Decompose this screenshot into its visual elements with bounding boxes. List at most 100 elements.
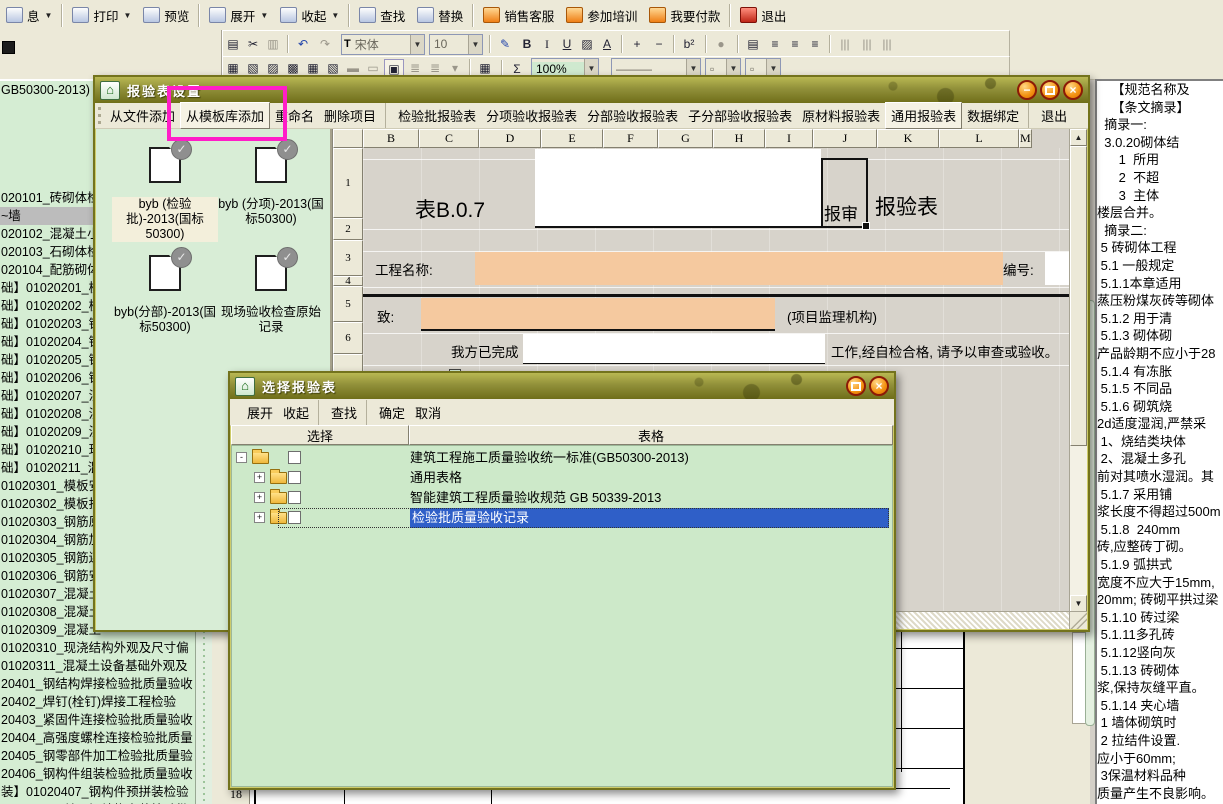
form-code-cell[interactable]: 表B.0.7 xyxy=(415,194,485,224)
sidebar-item[interactable]: 20403_紧固件连接检验批质量验收 xyxy=(0,711,195,729)
menu-item[interactable]: 分项验收报验表 xyxy=(481,103,582,128)
panel-icon[interactable] xyxy=(2,41,15,54)
font-color-icon[interactable]: A xyxy=(598,35,616,53)
grow-font-icon[interactable]: + xyxy=(621,35,648,53)
scroll-down-icon[interactable]: ▼ xyxy=(1070,595,1087,612)
menu-item[interactable]: 删除项目 xyxy=(319,103,386,128)
tree-row-label[interactable]: 通用表格 xyxy=(410,468,462,488)
toolbar-button[interactable]: 展开 ▼ xyxy=(198,4,274,27)
align-justify-icon[interactable]: ▤ xyxy=(737,35,764,53)
toolbar-command[interactable]: 展开 xyxy=(242,400,278,425)
expand-toggle-icon[interactable]: - xyxy=(236,452,247,463)
column-header[interactable]: K xyxy=(877,129,939,148)
close-button[interactable]: × xyxy=(869,376,889,396)
sidebar-item[interactable]: 20404_高强度螺栓连接检验批质量 xyxy=(0,729,195,747)
toolbar-button[interactable]: 销售客服 ▼ xyxy=(472,4,560,27)
template-item[interactable]: ✓ byb (检验批)-2013(国标50300) xyxy=(112,147,218,242)
expand-toggle-icon[interactable]: + xyxy=(254,492,265,503)
fill-bucket-icon[interactable]: ▾ xyxy=(446,59,464,77)
toolbar-button[interactable]: 息 ▼ xyxy=(0,4,58,27)
menu-item[interactable]: 原材料报验表 xyxy=(797,103,885,128)
menu-item[interactable]: 从模板库添加 xyxy=(180,102,270,129)
menu-item[interactable]: 检验批报验表 xyxy=(393,103,481,128)
tree-row-label[interactable]: 检验批质量验收记录 xyxy=(410,508,889,528)
toolbar-button[interactable]: 退出 ▼ xyxy=(729,4,792,27)
insert-col-icon[interactable]: ▧ xyxy=(244,59,262,77)
toolbar-command[interactable]: 确定 xyxy=(374,400,410,425)
dropdown-arrow-icon[interactable]: ▼ xyxy=(260,11,268,20)
menu-item[interactable]: 退出 xyxy=(1036,103,1072,128)
font-size-select[interactable]: 10 ▼ xyxy=(429,34,483,55)
vertical-scrollbar[interactable]: ▲ ▼ xyxy=(1069,129,1087,612)
toolbar-button[interactable]: 查找 ▼ xyxy=(348,4,411,27)
work-note-label[interactable]: 工作,经自检合格, 请予以审查或验收。 xyxy=(831,341,1058,361)
project-name-label[interactable]: 工程名称: xyxy=(375,259,433,279)
column-header[interactable]: J xyxy=(813,129,877,148)
sidebar-item[interactable]: 20406_钢构件组装检验批质量验收 xyxy=(0,765,195,783)
special-number-icon[interactable]: ● xyxy=(705,35,732,53)
template-item[interactable]: ✓ byb(分部)-2013(国标50300) xyxy=(112,255,218,335)
align-center-icon[interactable]: ≡ xyxy=(786,35,804,53)
dropdown-arrow-icon[interactable]: ▼ xyxy=(45,11,53,20)
toolbar-button[interactable]: 替换 ▼ xyxy=(411,4,469,27)
chevron-down-icon[interactable]: ▼ xyxy=(410,35,424,54)
grid-icon[interactable]: ▦ xyxy=(469,59,496,77)
column-header[interactable]: C xyxy=(419,129,479,148)
vertical-text3-icon[interactable]: ||| xyxy=(878,35,896,53)
maximize-button[interactable] xyxy=(1040,80,1060,100)
menu-item[interactable]: 子分部验收报验表 xyxy=(683,103,797,128)
row-height-icon[interactable]: ≣ xyxy=(406,59,424,77)
menu-item[interactable]: 从文件添加 xyxy=(105,103,180,128)
dialog-title-bar[interactable]: ⌂ 选择报验表 × xyxy=(230,373,894,399)
sidebar-item[interactable]: 01020310_现浇结构外观及尺寸偏 xyxy=(0,639,195,657)
dropdown-arrow-icon[interactable]: ▼ xyxy=(331,11,339,20)
completed-label[interactable]: 我方已完成 xyxy=(451,341,519,361)
split-cell-icon[interactable]: ▩ xyxy=(284,59,302,77)
row-checkbox[interactable] xyxy=(288,491,301,504)
toolbar-command[interactable]: 查找 xyxy=(326,400,367,425)
tree-row[interactable]: + 通用表格 xyxy=(232,468,892,488)
sidebar-item[interactable]: 01020311_混凝土设备基础外观及 xyxy=(0,657,195,675)
chevron-down-icon[interactable]: ▼ xyxy=(468,35,482,54)
underline-icon[interactable]: U xyxy=(558,35,576,53)
close-button[interactable]: × xyxy=(1063,80,1083,100)
col-width-icon[interactable]: ≣ xyxy=(426,59,444,77)
delete-row-icon[interactable]: ▨ xyxy=(264,59,282,77)
tree-row[interactable]: + 检验批质量验收记录 xyxy=(232,508,892,528)
italic-icon[interactable]: I xyxy=(538,35,556,53)
tree-row[interactable]: + 智能建筑工程质量验收规范 GB 50339-2013 xyxy=(232,488,892,508)
sidebar-item[interactable]: 20405_钢零部件加工检验批质量验 xyxy=(0,747,195,765)
expand-toggle-icon[interactable]: + xyxy=(254,472,265,483)
row-checkbox[interactable] xyxy=(288,471,301,484)
superscript-icon[interactable]: b² xyxy=(673,35,700,53)
frame-icon[interactable]: ▭ xyxy=(364,59,382,77)
scroll-up-icon[interactable]: ▲ xyxy=(1070,129,1087,146)
row-header[interactable]: 5 xyxy=(333,286,363,322)
picture-icon[interactable]: ▬ xyxy=(344,59,362,77)
supervisor-org-label[interactable]: (项目监理机构) xyxy=(787,306,877,326)
number-label[interactable]: 编号: xyxy=(1003,259,1034,279)
menu-item[interactable]: 分部验收报验表 xyxy=(582,103,683,128)
to-input-cell[interactable] xyxy=(421,298,775,331)
row-header[interactable]: 4 xyxy=(333,276,363,286)
column-header[interactable]: H xyxy=(713,129,765,148)
column-header[interactable]: E xyxy=(541,129,603,148)
unmerge-cell-icon[interactable]: ▧ xyxy=(324,59,342,77)
align-left-icon[interactable]: ≡ xyxy=(766,35,784,53)
vertical-text2-icon[interactable]: ||| xyxy=(858,35,876,53)
title-input-cell[interactable] xyxy=(535,149,821,228)
undo-icon[interactable]: ↶ xyxy=(287,35,314,53)
expand-toggle-icon[interactable]: + xyxy=(254,512,265,523)
menu-item[interactable]: 通用报验表 xyxy=(885,102,962,129)
font-family-select[interactable]: T 宋体 ▼ xyxy=(341,34,425,55)
sidebar-item[interactable]: 20401_钢结构焊接检验批质量验收 xyxy=(0,675,195,693)
form-title-cell[interactable]: 报验表 xyxy=(875,191,938,221)
select-column-header[interactable]: 选择 xyxy=(231,425,409,445)
tree-row-label[interactable]: 建筑工程施工质量验收统一标准(GB50300-2013) xyxy=(410,448,689,468)
selected-cell[interactable]: 报审 xyxy=(821,158,868,228)
row-header[interactable]: 6 xyxy=(333,322,363,354)
vertical-text-icon[interactable]: ||| xyxy=(829,35,856,53)
template-item[interactable]: ✓ byb (分项)-2013(国标50300) xyxy=(218,147,324,227)
toolbar-command[interactable]: 收起 xyxy=(278,400,319,425)
column-header[interactable]: D xyxy=(479,129,541,148)
